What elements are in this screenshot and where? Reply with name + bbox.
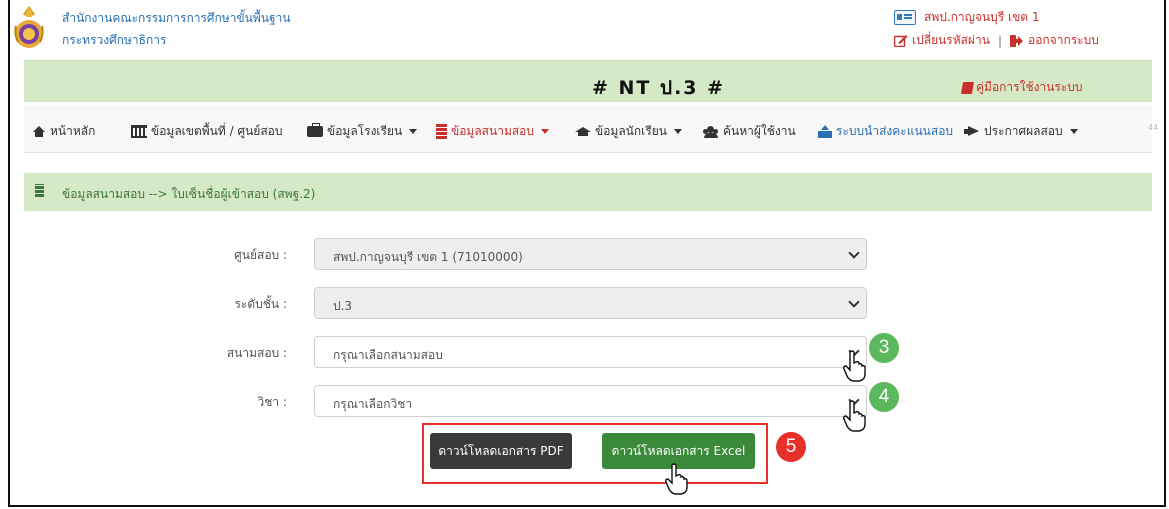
pointer-hand-icon xyxy=(843,350,866,382)
grade-level-row: ระดับชั้น : ป.3 xyxy=(10,287,1164,319)
user-name: สพป.กาญจนบุรี เขต 1 xyxy=(924,10,1040,24)
nav-school-dropdown[interactable]: ข้อมูลโรงเรียน xyxy=(307,122,418,141)
nav-area-label: ข้อมูลเขตพื้นที่ / ศูนย์สอบ xyxy=(151,124,283,138)
chevron-down-icon xyxy=(848,247,860,259)
book-icon xyxy=(960,81,975,94)
caret-down-icon xyxy=(673,129,682,134)
nav-score-label: ระบบนำส่งคะแนนสอบ xyxy=(836,124,954,138)
action-separator: | xyxy=(997,33,1003,48)
nav-score-submission[interactable]: ระบบนำส่งคะแนนสอบ xyxy=(818,122,953,141)
nav-school-label: ข้อมูลโรงเรียน xyxy=(327,124,403,138)
step-5-badge: 5 xyxy=(776,432,806,462)
id-card-icon xyxy=(894,10,916,25)
download-pdf-button[interactable]: ดาวน์โหลดเอกสาร PDF xyxy=(430,433,572,469)
exam-center-value: สพป.กาญจนบุรี เขต 1 (71010000) xyxy=(333,250,523,264)
ministry-name: กระทรวงศึกษาธิการ xyxy=(62,33,167,47)
breadcrumb-text: ข้อมูลสนามสอบ --> ใบเซ็นชื่อผู้เข้าสอบ (… xyxy=(62,187,316,201)
exam-site-select[interactable]: กรุณาเลือกสนามสอบ xyxy=(314,336,867,368)
manual-link[interactable]: คู่มือการใช้งานระบบ xyxy=(960,78,1083,97)
user-actions: เปลี่ยนรหัสผ่าน | ออกจากระบบ xyxy=(894,31,1099,50)
system-title: # NT ป.3 # xyxy=(592,77,726,99)
bullhorn-icon xyxy=(964,126,980,137)
upload-icon xyxy=(818,125,832,138)
logout-link[interactable]: ออกจากระบบ xyxy=(1028,31,1099,50)
subject-row: วิชา : กรุณาเลือกวิชา xyxy=(10,385,1164,417)
nav-area-exam-center[interactable]: ข้อมูลเขตพื้นที่ / ศูนย์สอบ xyxy=(131,122,282,141)
app-frame: สำนักงานคณะกรรมการการศึกษาขั้นพื้นฐาน กร… xyxy=(8,0,1166,507)
nav-exam-site-dropdown[interactable]: ข้อมูลสนามสอบ xyxy=(436,122,549,141)
subject-select[interactable]: กรุณาเลือกวิชา xyxy=(314,385,867,417)
nav-user-search-label: ค้นหาผู้ใช้งาน xyxy=(723,124,796,138)
grade-level-label: ระดับชั้น : xyxy=(234,297,287,311)
nav-home[interactable]: หน้าหลัก xyxy=(32,122,95,141)
grade-level-value: ป.3 xyxy=(333,299,353,313)
change-password-link[interactable]: เปลี่ยนรหัสผ่าน xyxy=(912,31,990,50)
manual-link-label: คู่มือการใช้งานระบบ xyxy=(976,80,1083,94)
breadcrumb: ข้อมูลสนามสอบ --> ใบเซ็นชื่อผู้เข้าสอบ (… xyxy=(24,173,1152,211)
grade-level-select[interactable]: ป.3 xyxy=(314,287,867,319)
caret-down-icon xyxy=(1069,129,1078,134)
nav-student-label: ข้อมูลนักเรียน xyxy=(595,124,667,138)
nav-exam-site-label: ข้อมูลสนามสอบ xyxy=(451,124,534,138)
subject-value: กรุณาเลือกวิชา xyxy=(333,397,413,411)
step-3-badge: 3 xyxy=(869,333,899,363)
exam-site-label: สนามสอบ : xyxy=(226,346,287,360)
sign-out-icon xyxy=(1010,34,1024,47)
nav-results-label: ประกาศผลสอบ xyxy=(984,124,1063,138)
main-navbar: หน้าหลัก ข้อมูลเขตพื้นที่ / ศูนย์สอบ ข้อ… xyxy=(24,105,1158,153)
top-header: สำนักงานคณะกรรมการการศึกษาขั้นพื้นฐาน กร… xyxy=(10,0,1164,58)
edit-icon xyxy=(894,35,908,47)
current-user: สพป.กาญจนบุรี เขต 1 xyxy=(894,8,1040,27)
graduation-cap-icon xyxy=(575,126,591,137)
users-icon xyxy=(703,125,719,138)
chevron-down-icon xyxy=(848,296,860,308)
pointer-hand-icon xyxy=(665,463,688,495)
nav-user-search[interactable]: ค้นหาผู้ใช้งาน xyxy=(703,122,796,141)
nav-home-label: หน้าหลัก xyxy=(50,124,96,138)
step-4-badge: 4 xyxy=(869,382,899,412)
org-name: สำนักงานคณะกรรมการการศึกษาขั้นพื้นฐาน xyxy=(62,11,291,25)
system-banner: # NT ป.3 # คู่มือการใช้งานระบบ xyxy=(24,60,1152,102)
briefcase-icon xyxy=(307,123,323,137)
building-icon xyxy=(436,124,447,139)
nav-student-dropdown[interactable]: ข้อมูลนักเรียน xyxy=(575,122,682,141)
pointer-hand-icon xyxy=(843,400,866,432)
obec-logo xyxy=(14,6,44,48)
exam-center-label: ศูนย์สอบ : xyxy=(234,248,287,262)
building-icon xyxy=(35,184,44,197)
caret-down-icon xyxy=(541,129,549,134)
exam-site-value: กรุณาเลือกสนามสอบ xyxy=(333,348,443,362)
exam-center-select[interactable]: สพป.กาญจนบุรี เขต 1 (71010000) xyxy=(314,238,867,270)
nav-results-dropdown[interactable]: ประกาศผลสอบ xyxy=(964,122,1078,141)
bank-icon xyxy=(131,125,147,138)
caret-down-icon xyxy=(409,129,418,134)
home-icon xyxy=(32,126,46,137)
exam-center-row: ศูนย์สอบ : สพป.กาญจนบุรี เขต 1 (71010000… xyxy=(10,238,1164,270)
nav-overflow: 44 xyxy=(1148,123,1159,132)
subject-label: วิชา : xyxy=(257,395,287,409)
exam-site-row: สนามสอบ : กรุณาเลือกสนามสอบ xyxy=(10,336,1164,368)
